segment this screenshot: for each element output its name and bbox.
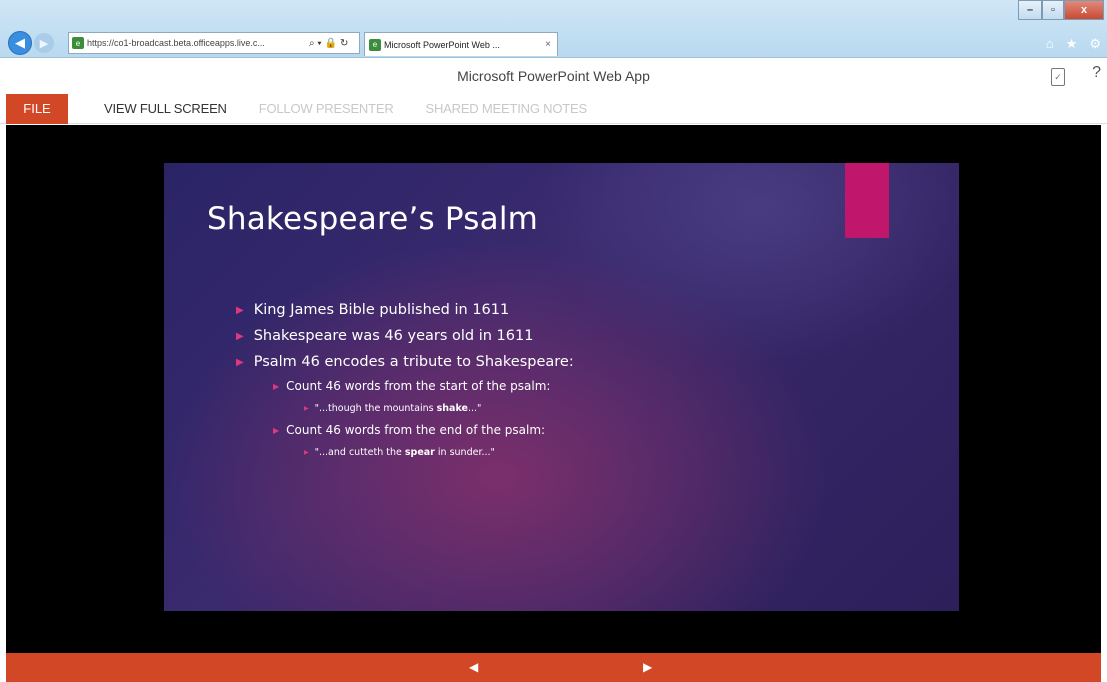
- print-icon[interactable]: ✓: [1051, 68, 1065, 86]
- bullet-text: Shakespeare was 46 years old in 1611: [253, 328, 534, 344]
- slide-stage: Shakespeare’s Psalm ▶ King James Bible pu…: [6, 125, 1101, 653]
- lock-icon[interactable]: 🔒: [325, 38, 337, 49]
- bullet-arrow-icon: ▶: [304, 404, 309, 412]
- quote-item: ▶ "...and cutteth the spear in sunder...": [304, 441, 574, 463]
- address-url[interactable]: https://co1-broadcast.beta.officeapps.li…: [87, 38, 305, 48]
- back-arrow-icon: ◀: [15, 35, 25, 50]
- site-favicon-icon: e: [72, 37, 84, 49]
- quote-pre: "...and cutteth the: [314, 446, 405, 458]
- bullet-item: ▶ Shakespeare was 46 years old in 1611: [236, 323, 574, 349]
- tab-title: Microsoft PowerPoint Web ...: [384, 39, 500, 50]
- bullet-arrow-icon: ▶: [236, 330, 244, 342]
- minimize-button[interactable]: –: [1018, 0, 1042, 20]
- next-slide-icon[interactable]: ▶: [643, 660, 652, 674]
- forward-button[interactable]: ▶: [34, 33, 54, 53]
- tab-close-icon[interactable]: ×: [545, 39, 551, 50]
- file-tab[interactable]: FILE: [6, 93, 68, 124]
- slide: Shakespeare’s Psalm ▶ King James Bible pu…: [164, 163, 959, 611]
- address-bar[interactable]: e https://co1-broadcast.beta.officeapps.…: [68, 32, 360, 54]
- bullet-arrow-icon: ▶: [273, 381, 280, 391]
- bullet-item: ▶ King James Bible published in 1611: [236, 297, 574, 323]
- sub-bullet-item: ▶ Count 46 words from the end of the psal…: [273, 419, 574, 441]
- settings-gear-icon[interactable]: ⚙: [1089, 36, 1101, 52]
- bullet-text: King James Bible published in 1611: [253, 302, 510, 318]
- bullet-arrow-icon: ▶: [304, 448, 309, 456]
- maximize-button[interactable]: ▫: [1042, 0, 1064, 20]
- back-button[interactable]: ◀: [8, 31, 32, 55]
- tab-favicon-icon: e: [369, 38, 381, 51]
- sub-bullet-text: Count 46 words from the end of the psalm…: [286, 423, 546, 437]
- sub-bullet-item: ▶ Count 46 words from the start of the ps…: [273, 375, 574, 397]
- slide-title: Shakespeare’s Psalm: [207, 201, 539, 237]
- view-full-screen-button[interactable]: VIEW FULL SCREEN: [104, 101, 227, 116]
- slide-bullets: ▶ King James Bible published in 1611 ▶ Sha…: [236, 297, 574, 463]
- quote-emphasis: shake: [436, 402, 468, 414]
- ribbon: FILE VIEW FULL SCREEN FOLLOW PRESENTER S…: [0, 93, 1107, 124]
- quote-post: in sunder...": [434, 446, 495, 458]
- quote-text: "...though the mountains shake...": [315, 403, 482, 414]
- follow-presenter-button[interactable]: FOLLOW PRESENTER: [259, 101, 394, 116]
- refresh-icon[interactable]: ↻: [340, 38, 348, 49]
- bullet-arrow-icon: ▶: [236, 356, 244, 368]
- bullet-arrow-icon: ▶: [273, 425, 280, 435]
- slide-navigation-bar: ◀ ▶: [6, 653, 1101, 682]
- quote-item: ▶ "...though the mountains shake...": [304, 397, 574, 419]
- favorites-icon[interactable]: ★: [1066, 36, 1078, 52]
- browser-toolbar: ⌂ ★ ⚙: [1046, 36, 1101, 52]
- quote-pre: "...though the mountains: [314, 402, 437, 414]
- app-title: Microsoft PowerPoint Web App: [0, 58, 1107, 94]
- bullet-arrow-icon: ▶: [236, 304, 244, 316]
- search-dropdown-icon[interactable]: ⌕ ▾: [309, 38, 322, 49]
- url-protocol: https://: [87, 38, 115, 48]
- bullet-text: Psalm 46 encodes a tribute to Shakespear…: [253, 354, 574, 370]
- browser-chrome: ◀ ▶ e https://co1-broadcast.beta.officea…: [0, 0, 1107, 58]
- close-window-button[interactable]: x: [1064, 0, 1104, 20]
- sub-bullet-text: Count 46 words from the start of the psa…: [286, 379, 551, 393]
- quote-text: "...and cutteth the spear in sunder...": [315, 447, 495, 458]
- slide-accent-bar: [845, 163, 889, 238]
- browser-tab[interactable]: e Microsoft PowerPoint Web ... ×: [364, 32, 558, 56]
- bullet-item: ▶ Psalm 46 encodes a tribute to Shakespea…: [236, 349, 574, 375]
- help-icon[interactable]: ?: [1092, 64, 1101, 82]
- shared-meeting-notes-button[interactable]: SHARED MEETING NOTES: [426, 101, 588, 116]
- window-controls: – ▫ x: [1018, 0, 1104, 20]
- url-host: co1-broadcast.beta.officeapps.live.c...: [114, 38, 265, 48]
- forward-arrow-icon: ▶: [39, 37, 49, 50]
- home-icon[interactable]: ⌂: [1046, 36, 1054, 52]
- previous-slide-icon[interactable]: ◀: [469, 660, 478, 674]
- frame-right: [1101, 124, 1107, 682]
- quote-emphasis: spear: [404, 446, 435, 458]
- quote-post: ...": [467, 402, 482, 414]
